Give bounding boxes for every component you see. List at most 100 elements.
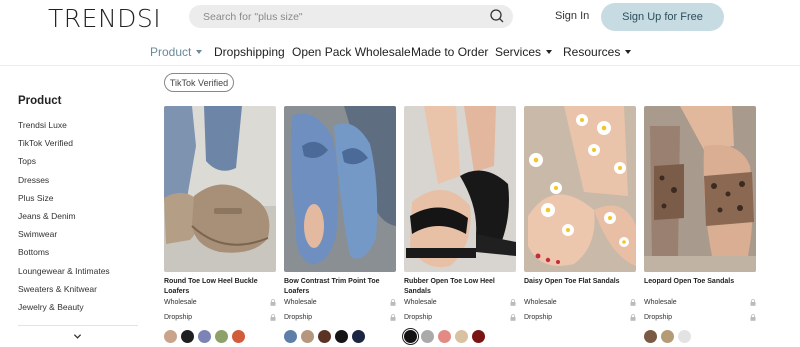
sidebar-item-loungewear[interactable]: Loungewear & Intimates — [18, 266, 138, 284]
lock-icon — [630, 314, 636, 321]
product-card[interactable]: Leopard Open Toe Sandals Wholesale Drops… — [644, 106, 756, 343]
sidebar-item-jewelry-beauty[interactable]: Jewelry & Beauty — [18, 302, 138, 320]
sidebar-title: Product — [18, 95, 62, 107]
lock-icon — [630, 299, 636, 306]
dropship-row: Dropship — [644, 314, 756, 327]
sign-up-button[interactable]: Sign Up for Free — [601, 3, 724, 31]
product-title[interactable]: Round Toe Low Heel Buckle Loafers — [164, 277, 276, 297]
color-swatch[interactable] — [284, 330, 297, 343]
product-image[interactable] — [524, 106, 636, 272]
product-card[interactable]: Daisy Open Toe Flat Sandals Wholesale Dr… — [524, 106, 636, 327]
sign-in-link[interactable]: Sign In — [555, 10, 589, 22]
dropship-row: Dropship — [404, 314, 516, 327]
dropship-label: Dropship — [284, 314, 313, 321]
sidebar-item-trendsi-luxe[interactable]: Trendsi Luxe — [18, 120, 138, 138]
color-swatch[interactable] — [455, 330, 468, 343]
nav-open-pack-wholesale[interactable]: Open Pack Wholesale — [292, 45, 411, 59]
nav-product-label: Product — [150, 45, 192, 59]
chevron-down-icon — [625, 49, 632, 54]
sidebar-item-tiktok-verified[interactable]: TikTok Verified — [18, 138, 138, 156]
product-title[interactable]: Leopard Open Toe Sandals — [644, 277, 756, 297]
nav-product[interactable]: Product — [150, 45, 203, 59]
wholesale-label: Wholesale — [164, 299, 197, 306]
nav-dropshipping[interactable]: Dropshipping — [214, 45, 285, 59]
chevron-down-icon — [196, 49, 203, 54]
lock-icon — [510, 314, 516, 321]
product-card[interactable]: Bow Contrast Trim Point Toe Loafers Whol… — [284, 106, 396, 343]
wholesale-label: Wholesale — [524, 299, 557, 306]
wholesale-row: Wholesale — [404, 299, 516, 312]
color-swatch[interactable] — [644, 330, 657, 343]
lock-icon — [390, 299, 396, 306]
color-swatch[interactable] — [318, 330, 331, 343]
dropship-label: Dropship — [644, 314, 673, 321]
sidebar-item-dresses[interactable]: Dresses — [18, 175, 138, 193]
dropship-label: Dropship — [164, 314, 193, 321]
nav-services-label: Services — [495, 45, 542, 59]
dropship-row: Dropship — [524, 314, 636, 327]
color-swatch-selected[interactable] — [402, 328, 419, 345]
lock-icon — [750, 299, 756, 306]
chevron-down-icon — [546, 49, 553, 54]
product-image[interactable] — [404, 106, 516, 272]
lock-icon — [270, 299, 276, 306]
color-swatch[interactable] — [335, 330, 348, 343]
wholesale-label: Wholesale — [644, 299, 677, 306]
color-swatch[interactable] — [472, 330, 485, 343]
dropship-row: Dropship — [164, 314, 276, 327]
product-card[interactable]: Round Toe Low Heel Buckle Loafers Wholes… — [164, 106, 276, 343]
filter-chip-tiktok-verified[interactable]: TikTok Verified — [164, 73, 234, 92]
nav-open-pack-label: Open Pack Wholesale — [292, 45, 411, 59]
lock-icon — [270, 314, 276, 321]
sidebar-item-sweaters[interactable]: Sweaters & Knitwear — [18, 284, 138, 302]
dropship-label: Dropship — [404, 314, 433, 321]
color-swatch[interactable] — [661, 330, 674, 343]
product-card[interactable]: Rubber Open Toe Low Heel Sandals Wholesa… — [402, 106, 516, 345]
product-image[interactable] — [164, 106, 276, 272]
wholesale-row: Wholesale — [164, 299, 276, 312]
color-swatch[interactable] — [181, 330, 194, 343]
main-nav: Product Dropshipping Open Pack Wholesale… — [0, 36, 800, 66]
wholesale-row: Wholesale — [524, 299, 636, 312]
color-swatches — [644, 330, 756, 343]
product-image[interactable] — [644, 106, 756, 272]
product-image[interactable] — [284, 106, 396, 272]
sandal-photo — [404, 106, 516, 272]
product-title[interactable]: Bow Contrast Trim Point Toe Loafers — [284, 277, 396, 297]
color-swatch[interactable] — [678, 330, 691, 343]
leopard-sandal-photo — [644, 106, 756, 272]
sidebar-item-jeans-denim[interactable]: Jeans & Denim — [18, 211, 138, 229]
nav-services[interactable]: Services — [495, 45, 553, 59]
product-title[interactable]: Daisy Open Toe Flat Sandals — [524, 277, 636, 297]
sidebar-item-plus-size[interactable]: Plus Size — [18, 193, 138, 211]
search-bar[interactable] — [189, 5, 513, 28]
color-swatch[interactable] — [438, 330, 451, 343]
wholesale-label: Wholesale — [404, 299, 437, 306]
search-icon[interactable] — [489, 8, 505, 24]
loafer-photo — [284, 106, 396, 272]
loafer-photo — [164, 106, 276, 272]
wholesale-row: Wholesale — [284, 299, 396, 312]
lock-icon — [750, 314, 756, 321]
sidebar-item-swimwear[interactable]: Swimwear — [18, 229, 138, 247]
chevron-down-icon[interactable] — [73, 332, 82, 341]
nav-resources[interactable]: Resources — [563, 45, 632, 59]
trendsi-logo[interactable]: TRENDSI — [48, 4, 161, 33]
lock-icon — [390, 314, 396, 321]
color-swatch[interactable] — [352, 330, 365, 343]
color-swatches — [402, 328, 516, 345]
sidebar-item-tops[interactable]: Tops — [18, 156, 138, 174]
daisy-sandal-photo — [524, 106, 636, 272]
category-sidebar: Product Trendsi Luxe TikTok Verified Top… — [18, 95, 138, 320]
product-title[interactable]: Rubber Open Toe Low Heel Sandals — [404, 277, 516, 297]
color-swatch[interactable] — [164, 330, 177, 343]
color-swatch[interactable] — [232, 330, 245, 343]
color-swatch[interactable] — [215, 330, 228, 343]
header: TRENDSI Sign In Sign Up for Free — [0, 0, 800, 36]
sidebar-item-bottoms[interactable]: Bottoms — [18, 247, 138, 265]
search-input[interactable] — [203, 5, 483, 28]
nav-made-to-order[interactable]: Made to Order — [411, 45, 488, 59]
color-swatch[interactable] — [301, 330, 314, 343]
color-swatch[interactable] — [198, 330, 211, 343]
color-swatch[interactable] — [421, 330, 434, 343]
